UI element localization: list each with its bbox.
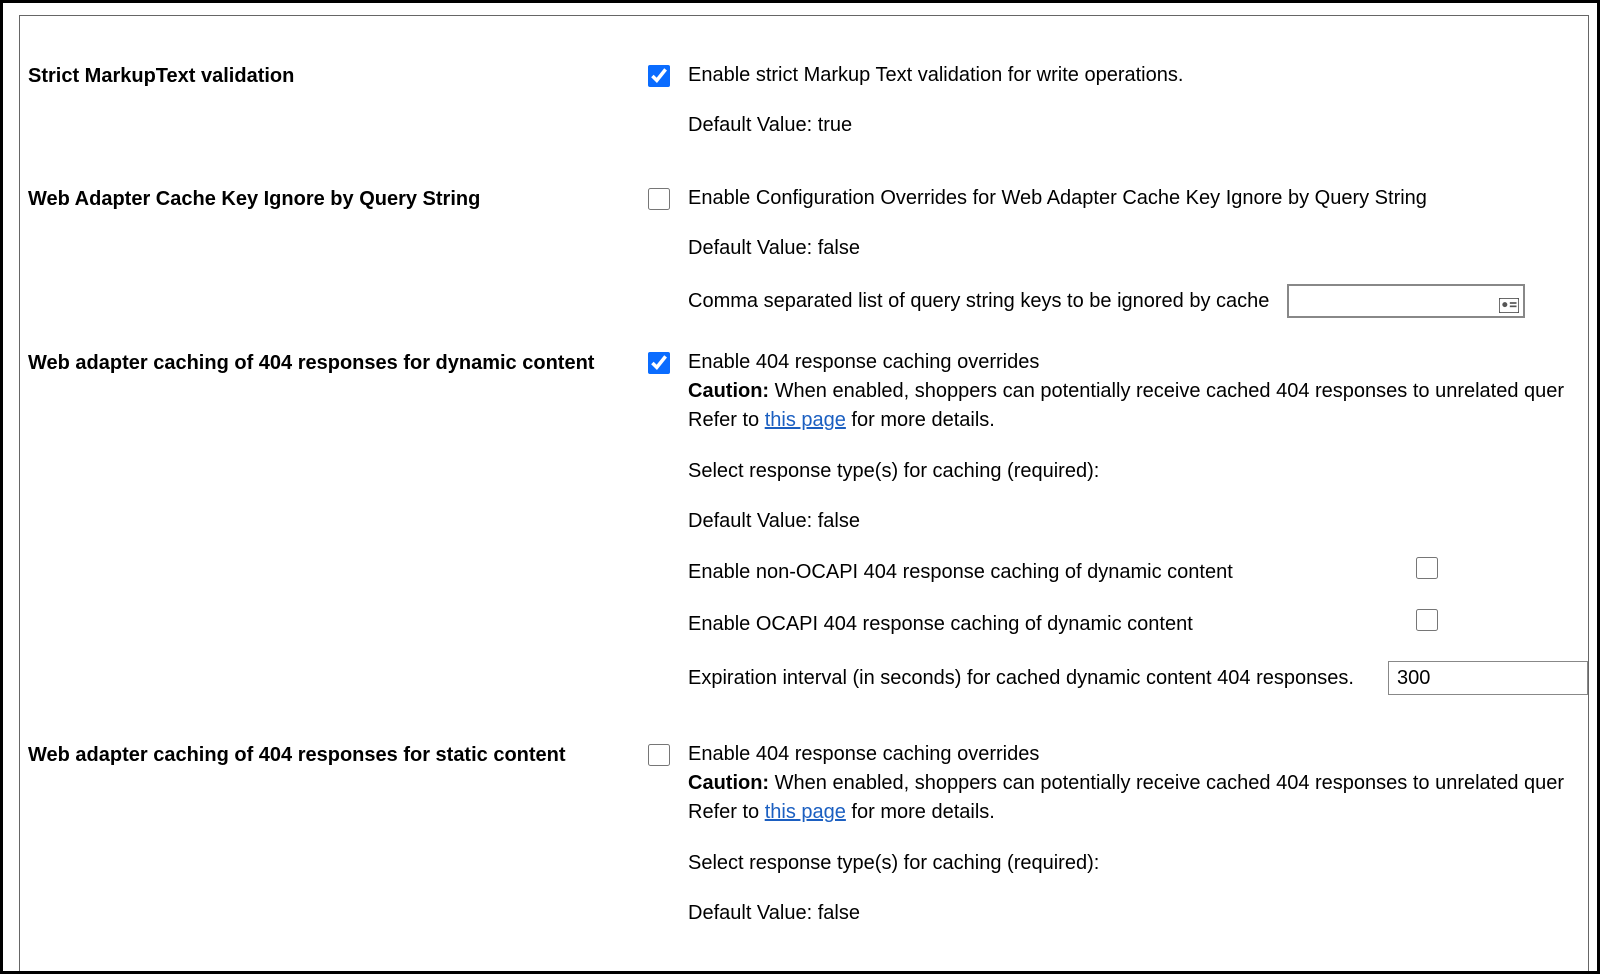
cache-404-static-caution-prefix: Caution:	[688, 772, 769, 794]
cache-key-ignore-default-text: Default Value: false	[688, 234, 1588, 262]
cache-404-static-refer-suffix: for more details.	[846, 801, 995, 823]
cache-404-dynamic-expiration-input[interactable]	[1388, 661, 1588, 695]
cache-404-dynamic-non-ocapi-checkbox[interactable]	[1416, 557, 1438, 579]
cache-404-dynamic-refer-suffix: for more details.	[846, 409, 995, 431]
settings-panel-frame: Strict MarkupText validation Enable stri…	[0, 0, 1600, 974]
cache-404-static-select-text: Select response type(s) for caching (req…	[688, 849, 1588, 877]
cache-key-ignore-list-label: Comma separated list of query string key…	[688, 287, 1269, 315]
cache-404-static-default-text: Default Value: false	[688, 899, 1588, 927]
cache-key-ignore-list-input[interactable]	[1287, 284, 1525, 318]
cache-404-dynamic-refer-prefix: Refer to	[688, 409, 765, 431]
strict-markup-default-text: Default Value: true	[688, 111, 1588, 139]
cache-404-dynamic-expiration-label: Expiration interval (in seconds) for cac…	[688, 664, 1388, 692]
cache-404-static-enable-text: Enable 404 response caching overrides	[688, 743, 1039, 765]
setting-label-cache-404-dynamic: Web adapter caching of 404 responses for…	[28, 348, 648, 375]
cache-404-static-link[interactable]: this page	[765, 801, 846, 823]
setting-row-cache-key-ignore: Web Adapter Cache Key Ignore by Query St…	[20, 184, 1588, 348]
cache-404-dynamic-checkbox[interactable]	[648, 352, 670, 374]
cache-404-dynamic-enable-text: Enable 404 response caching overrides	[688, 351, 1039, 373]
setting-label-cache-404-static: Web adapter caching of 404 responses for…	[28, 740, 648, 767]
cache-404-dynamic-non-ocapi-label: Enable non-OCAPI 404 response caching of…	[688, 558, 1416, 586]
setting-label-cache-key-ignore: Web Adapter Cache Key Ignore by Query St…	[28, 184, 648, 211]
settings-panel: Strict MarkupText validation Enable stri…	[19, 15, 1589, 974]
cache-key-ignore-enable-text: Enable Configuration Overrides for Web A…	[688, 184, 1588, 212]
setting-row-cache-404-static: Web adapter caching of 404 responses for…	[20, 740, 1588, 972]
cache-404-dynamic-caution-prefix: Caution:	[688, 380, 769, 402]
cache-404-static-checkbox[interactable]	[648, 744, 670, 766]
cache-key-ignore-checkbox[interactable]	[648, 188, 670, 210]
cache-404-static-caution-text: When enabled, shoppers can potentially r…	[769, 772, 1564, 794]
cache-404-dynamic-ocapi-label: Enable OCAPI 404 response caching of dyn…	[688, 610, 1416, 638]
cache-404-dynamic-link[interactable]: this page	[765, 409, 846, 431]
setting-row-strict-markup: Strict MarkupText validation Enable stri…	[20, 61, 1588, 184]
setting-row-cache-404-dynamic: Web adapter caching of 404 responses for…	[20, 348, 1588, 740]
setting-label-strict-markup: Strict MarkupText validation	[28, 61, 648, 88]
cache-404-dynamic-caution-text: When enabled, shoppers can potentially r…	[769, 380, 1564, 402]
cache-404-dynamic-select-text: Select response type(s) for caching (req…	[688, 457, 1588, 485]
cache-404-dynamic-ocapi-checkbox[interactable]	[1416, 609, 1438, 631]
strict-markup-enable-text: Enable strict Markup Text validation for…	[688, 61, 1588, 89]
cache-404-dynamic-default-text: Default Value: false	[688, 507, 1588, 535]
strict-markup-checkbox[interactable]	[648, 65, 670, 87]
cache-404-static-refer-prefix: Refer to	[688, 801, 765, 823]
